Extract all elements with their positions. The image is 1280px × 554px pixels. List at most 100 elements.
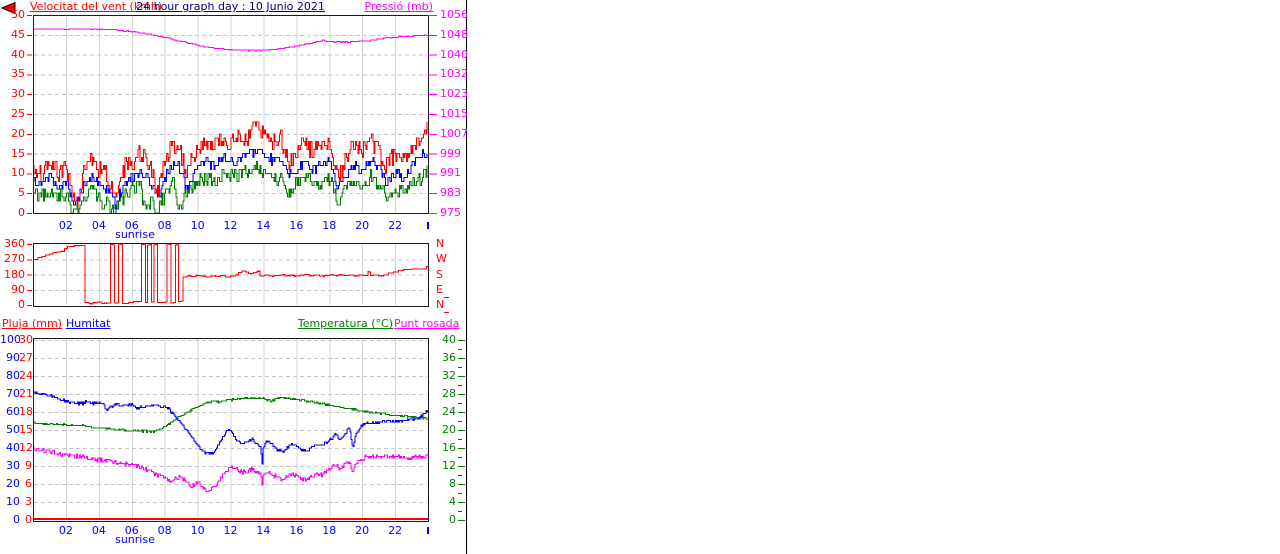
hour-tick-label: 12 bbox=[223, 524, 238, 537]
temperature-axis-tick-label: 12 bbox=[442, 459, 456, 472]
series-wind_min bbox=[33, 161, 428, 214]
temperature-axis-tick-label: 4 bbox=[449, 495, 456, 508]
rain-axis-tick-label: 27 bbox=[19, 351, 33, 364]
temperature-axis-tick-label: 20 bbox=[442, 423, 456, 436]
wind-axis-tick-label: 10 bbox=[11, 166, 25, 180]
dewpoint-axis-title: Punt rosada bbox=[394, 317, 460, 330]
pressure-axis-tick-label: 1040 bbox=[440, 47, 468, 61]
pressure-axis-tick-label: 991 bbox=[440, 166, 461, 180]
humidity-axis-tick-label: 0 bbox=[13, 513, 20, 526]
axis-ticks bbox=[27, 15, 465, 521]
hour-tick-label: 22 bbox=[388, 219, 403, 232]
pressure-axis-tick-label: 983 bbox=[440, 186, 461, 200]
wind-axis-tick-label: 20 bbox=[11, 126, 25, 140]
temperature-axis-tick-label: 36 bbox=[442, 351, 456, 364]
hour-tick-label: 06 bbox=[124, 219, 139, 232]
wind-axis-tick-label: 25 bbox=[11, 107, 25, 120]
humidity-axis-tick-label: 90 bbox=[6, 351, 20, 364]
hour-tick-label: 02 bbox=[58, 524, 73, 537]
rain-axis-tick-label: 6 bbox=[25, 477, 32, 490]
rain-axis-tick-label: 0 bbox=[25, 513, 32, 526]
hour-tick-label: 14 bbox=[256, 524, 271, 537]
hour-tick-label: 08 bbox=[157, 524, 172, 537]
pressure-axis-tick-label: 999 bbox=[440, 146, 461, 160]
humidity-axis-title: Humitat bbox=[66, 317, 111, 330]
hour-tick-label: 20 bbox=[355, 219, 370, 232]
humidity-axis-tick-label: 30 bbox=[6, 459, 20, 472]
compass-tick-label: N bbox=[436, 298, 445, 311]
direction-axis-tick-label: 0 bbox=[18, 298, 25, 311]
hour-tick-label: 14 bbox=[256, 219, 271, 232]
temperature-axis-tick-label: 32 bbox=[442, 369, 456, 382]
compass-tick-label: S bbox=[436, 267, 443, 281]
wind-axis-tick-label: 40 bbox=[11, 47, 25, 61]
humidity-axis-tick-label: 70 bbox=[6, 387, 20, 400]
compass-tick-label: E bbox=[436, 282, 443, 296]
pressure-axis-tick-label: 1032 bbox=[440, 67, 468, 81]
pressure-axis-tick-label: 1007 bbox=[440, 126, 468, 140]
hour-tick-label: 12 bbox=[223, 219, 238, 232]
hour-tick-label: 16 bbox=[289, 524, 304, 537]
hour-tick-label: 18 bbox=[322, 219, 337, 232]
compass-tick-label: W bbox=[436, 252, 447, 266]
wind-axis-tick-label: 30 bbox=[11, 87, 25, 101]
rain-axis-tick-label: 9 bbox=[25, 459, 32, 472]
hour-tick-label: 10 bbox=[190, 524, 205, 537]
temperature-axis-tick-label: 40 bbox=[442, 333, 456, 346]
humidity-axis-tick-label: 80 bbox=[6, 369, 20, 382]
wind-axis-tick-label: 35 bbox=[11, 67, 25, 81]
temperature-axis-tick-label: 16 bbox=[442, 441, 456, 454]
rain-axis-tick-label: 12 bbox=[19, 441, 33, 454]
hour-tick-label: 16 bbox=[289, 219, 304, 232]
wind-axis-tick-label: 5 bbox=[18, 186, 25, 200]
hour-tick-label: 06 bbox=[124, 524, 139, 537]
hour-tick-label: 10 bbox=[190, 219, 205, 232]
pressure-axis-tick-label: 1056 bbox=[440, 8, 468, 21]
direction-axis-tick-label: 180 bbox=[4, 267, 25, 281]
direction-axis-tick-label: 270 bbox=[4, 252, 25, 266]
pressure-axis-tick-label: 1015 bbox=[440, 107, 468, 120]
gridlines bbox=[34, 16, 427, 520]
hour-tick-label: 04 bbox=[91, 219, 106, 232]
rain-axis-tick-label: 24 bbox=[19, 369, 33, 382]
pressure-axis-title: Pressió (mb) bbox=[364, 0, 433, 13]
compass-tick-label: N bbox=[436, 237, 445, 250]
pressure-axis-tick-label: 1023 bbox=[440, 87, 468, 101]
wind-axis-tick-label: 0 bbox=[18, 206, 25, 219]
hour-tick-label: 04 bbox=[91, 524, 106, 537]
temperature-axis-tick-label: 28 bbox=[442, 387, 456, 400]
humidity-axis-tick-label: 50 bbox=[6, 423, 20, 436]
charts-svg bbox=[27, 15, 465, 522]
direction-axis-tick-label: 90 bbox=[11, 282, 25, 296]
humidity-axis-tick-label: 40 bbox=[6, 441, 20, 454]
weather-graphs-panel: Velocitat del vent (kmh) 24 hour graph d… bbox=[0, 0, 1280, 554]
hour-tick-label: 02 bbox=[58, 219, 73, 232]
window-divider bbox=[466, 0, 467, 554]
pressure-axis-tick-label: 1048 bbox=[440, 27, 468, 41]
direction-axis-tick-label: 360 bbox=[4, 237, 25, 250]
rain-axis-tick-label: 30 bbox=[19, 333, 33, 346]
temperature-axis-tick-label: 0 bbox=[449, 513, 456, 526]
clipped-end-label-bottom bbox=[427, 527, 429, 534]
humidity-axis-tick-label: 60 bbox=[6, 405, 20, 418]
pressure-axis-tick-label: 975 bbox=[440, 206, 461, 219]
hour-tick-label: 22 bbox=[388, 524, 403, 537]
temperature-axis-tick-label: 8 bbox=[449, 477, 456, 490]
rain-axis-tick-label: 21 bbox=[19, 387, 33, 400]
rain-axis-tick-label: 15 bbox=[19, 423, 33, 436]
humidity-axis-tick-label: 20 bbox=[6, 477, 20, 490]
wind-axis-tick-label: 50 bbox=[11, 8, 25, 21]
hour-tick-label: 08 bbox=[157, 219, 172, 232]
hour-tick-label: 20 bbox=[355, 524, 370, 537]
temperature-axis-tick-label: 24 bbox=[442, 405, 456, 418]
rain-axis-title: Pluja (mm) bbox=[2, 317, 62, 330]
rain-axis-tick-label: 3 bbox=[25, 495, 32, 508]
wind-axis-tick-label: 15 bbox=[11, 146, 25, 160]
wind-axis-tick-label: 45 bbox=[11, 27, 25, 41]
humidity-axis-tick-label: 10 bbox=[6, 495, 20, 508]
hour-tick-label: 18 bbox=[322, 524, 337, 537]
clipped-end-label-top bbox=[427, 222, 429, 229]
rain-axis-tick-label: 18 bbox=[19, 405, 33, 418]
temperature-axis-title: Temperatura (°C) bbox=[297, 317, 393, 330]
humidity-axis-tick-label: 100 bbox=[0, 333, 21, 346]
